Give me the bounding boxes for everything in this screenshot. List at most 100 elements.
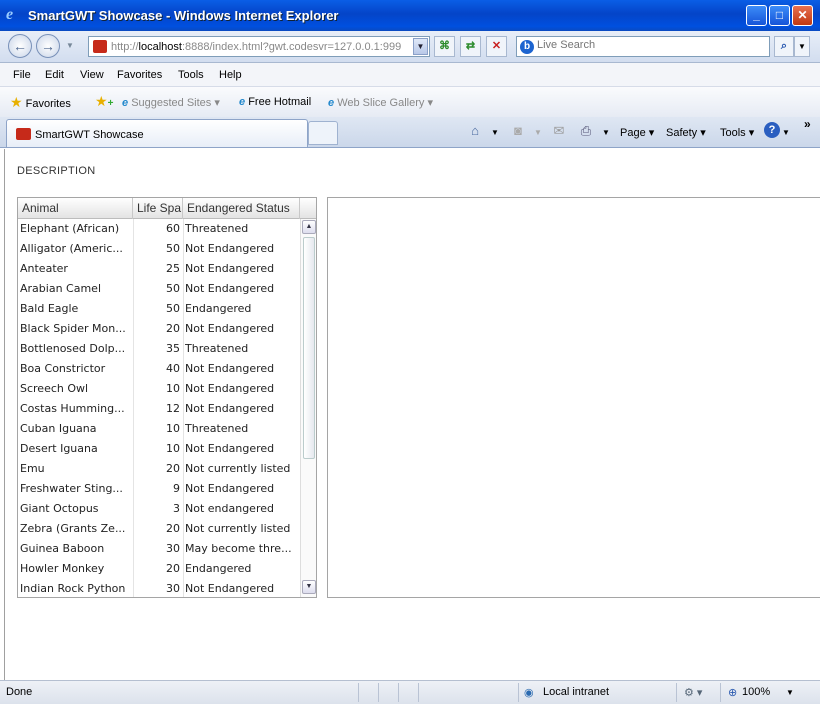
table-row[interactable]: Freshwater Sting... 9 Not Endangered — [18, 479, 300, 499]
address-field[interactable]: http://localhost:8888/index.html?gwt.cod… — [88, 36, 430, 57]
intranet-globe-icon: ◉ — [524, 687, 534, 699]
menu-edit[interactable]: Edit — [45, 69, 64, 81]
help-dropdown[interactable]: ▼ — [782, 128, 790, 137]
table-row[interactable]: Guinea Baboon 30 May become thre... — [18, 539, 300, 559]
table-row[interactable]: Emu 20 Not currently listed — [18, 459, 300, 479]
table-row[interactable]: Cuban Iguana 10 Threatened — [18, 419, 300, 439]
cell-life-span: 35 — [166, 342, 180, 355]
zoom-icon: ⊕ — [728, 687, 738, 699]
grid-body: Elephant (African) 60 Threatened Alligator … — [18, 219, 300, 597]
cell-life-span: 12 — [166, 402, 180, 415]
table-row[interactable]: Boa Constrictor 40 Not Endangered — [18, 359, 300, 379]
tab-smartgwt-showcase[interactable]: SmartGWT Showcase — [6, 119, 308, 147]
safety-menu[interactable]: Safety ▾ — [666, 126, 706, 139]
cell-life-span: 30 — [166, 582, 180, 595]
scroll-up-arrow-icon[interactable]: ▲ — [302, 220, 316, 234]
cell-endangered-status: Not Endangered — [185, 362, 275, 375]
favorites-button[interactable]: ★ Favorites — [10, 94, 71, 111]
column-header-life-span[interactable]: Life Spa — [133, 198, 183, 219]
cell-endangered-status: Not currently listed — [185, 522, 291, 535]
search-go-button[interactable]: ⌕ — [774, 36, 794, 57]
close-window-button[interactable]: ✕ — [792, 5, 813, 26]
column-header-endangered-status[interactable]: Endangered Status — [183, 198, 300, 219]
search-options-dropdown[interactable]: ▼ — [794, 36, 810, 57]
table-row[interactable]: Zebra (Grants Ze... 20 Not currently liste… — [18, 519, 300, 539]
status-divider — [518, 683, 519, 702]
table-row[interactable]: Black Spider Mon... 20 Not Endangered — [18, 319, 300, 339]
table-row[interactable]: Desert Iguana 10 Not Endangered — [18, 439, 300, 459]
cell-life-span: 50 — [166, 242, 180, 255]
feeds-icon[interactable]: ◙ — [510, 123, 526, 139]
status-divider — [398, 683, 399, 702]
table-row[interactable]: Bald Eagle 50 Endangered — [18, 299, 300, 319]
cell-endangered-status: Not Endangered — [185, 242, 275, 255]
scroll-thumb[interactable] — [303, 237, 315, 459]
table-row[interactable]: Bottlenosed Dolp... 35 Threatened — [18, 339, 300, 359]
table-row[interactable]: Indian Rock Python 30 Not Endangered — [18, 579, 300, 597]
protected-mode-icon[interactable]: ⚙ ▾ — [684, 686, 702, 699]
back-button[interactable]: ← — [8, 34, 32, 58]
more-commands-chevron-icon[interactable]: » — [804, 117, 811, 131]
print-dropdown[interactable]: ▼ — [602, 128, 610, 137]
cell-endangered-status: Threatened — [185, 342, 249, 355]
menu-tools[interactable]: Tools — [178, 69, 204, 81]
address-dropdown-button[interactable]: ▼ — [413, 38, 428, 55]
table-row[interactable]: Giant Octopus 3 Not endangered — [18, 499, 300, 519]
status-bar: Done ◉ Local intranet ⚙ ▾ ⊕ 100% ▼ — [0, 680, 820, 704]
cell-animal: Giant Octopus — [20, 502, 99, 515]
print-icon[interactable]: ⎙ — [578, 123, 594, 139]
menu-favorites[interactable]: Favorites — [117, 69, 162, 81]
status-divider — [378, 683, 379, 702]
column-header-animal[interactable]: Animal — [18, 198, 133, 219]
minimize-button[interactable]: _ — [746, 5, 767, 26]
search-input[interactable] — [537, 39, 757, 51]
maximize-button[interactable]: □ — [769, 5, 790, 26]
cell-endangered-status: Endangered — [185, 302, 252, 315]
zoom-dropdown[interactable]: ▼ — [786, 688, 794, 697]
new-tab-button[interactable] — [308, 121, 338, 145]
column-divider — [133, 219, 134, 597]
feeds-dropdown[interactable]: ▼ — [534, 128, 542, 137]
search-box[interactable]: b — [516, 36, 770, 57]
menu-file[interactable]: File — [13, 69, 31, 81]
cell-endangered-status: Not Endangered — [185, 282, 275, 295]
stop-button[interactable]: ✕ — [486, 36, 507, 57]
recent-pages-dropdown[interactable]: ▼ — [66, 41, 74, 50]
table-row[interactable]: Screech Owl 10 Not Endangered — [18, 379, 300, 399]
web-slice-gallery-link[interactable]: e Web Slice Gallery ▾ — [328, 96, 433, 109]
column-divider — [183, 219, 184, 597]
grid-scrollbar[interactable]: ▲ ▼ — [300, 219, 316, 597]
table-row[interactable]: Alligator (Americ... 50 Not Endangered — [18, 239, 300, 259]
zoom-level[interactable]: 100% — [742, 686, 770, 698]
home-dropdown[interactable]: ▼ — [491, 128, 499, 137]
read-mail-icon[interactable]: ✉ — [551, 123, 567, 139]
compatibility-view-icon[interactable]: ⌘ — [434, 36, 455, 57]
address-url: http://localhost:8888/index.html?gwt.cod… — [111, 41, 402, 53]
cell-endangered-status: Not currently listed — [185, 462, 291, 475]
cell-animal: Guinea Baboon — [20, 542, 105, 555]
forward-button[interactable]: → — [36, 34, 60, 58]
table-row[interactable]: Anteater 25 Not Endangered — [18, 259, 300, 279]
ie-page-icon: e — [239, 96, 246, 108]
security-zone-label: Local intranet — [543, 686, 610, 698]
cell-animal: Alligator (Americ... — [20, 242, 123, 255]
scroll-down-arrow-icon[interactable]: ▼ — [302, 580, 316, 594]
menu-view[interactable]: View — [80, 69, 104, 81]
refresh-button[interactable]: ⇄ — [460, 36, 481, 57]
table-row[interactable]: Costas Humming... 12 Not Endangered — [18, 399, 300, 419]
help-icon[interactable]: ? — [764, 122, 780, 138]
table-row[interactable]: Arabian Camel 50 Not Endangered — [18, 279, 300, 299]
add-to-favorites-icon[interactable]: ★+ — [95, 93, 113, 110]
menu-help[interactable]: Help — [219, 69, 242, 81]
tab-row: SmartGWT Showcase ⌂ ▼ ◙ ▼ ✉ ⎙ ▼ Page ▾ S… — [0, 117, 820, 148]
free-hotmail-link[interactable]: e Free Hotmail — [239, 96, 311, 108]
suggested-sites-link[interactable]: e Suggested Sites ▾ — [122, 96, 220, 109]
page-menu[interactable]: Page ▾ — [620, 126, 654, 139]
cell-life-span: 9 — [173, 482, 180, 495]
table-row[interactable]: Elephant (African) 60 Threatened — [18, 219, 300, 239]
cell-life-span: 30 — [166, 542, 180, 555]
tools-menu[interactable]: Tools ▾ — [720, 126, 754, 139]
home-icon[interactable]: ⌂ — [467, 123, 483, 139]
table-row[interactable]: Howler Monkey 20 Endangered — [18, 559, 300, 579]
ie-page-icon: e — [122, 97, 129, 109]
